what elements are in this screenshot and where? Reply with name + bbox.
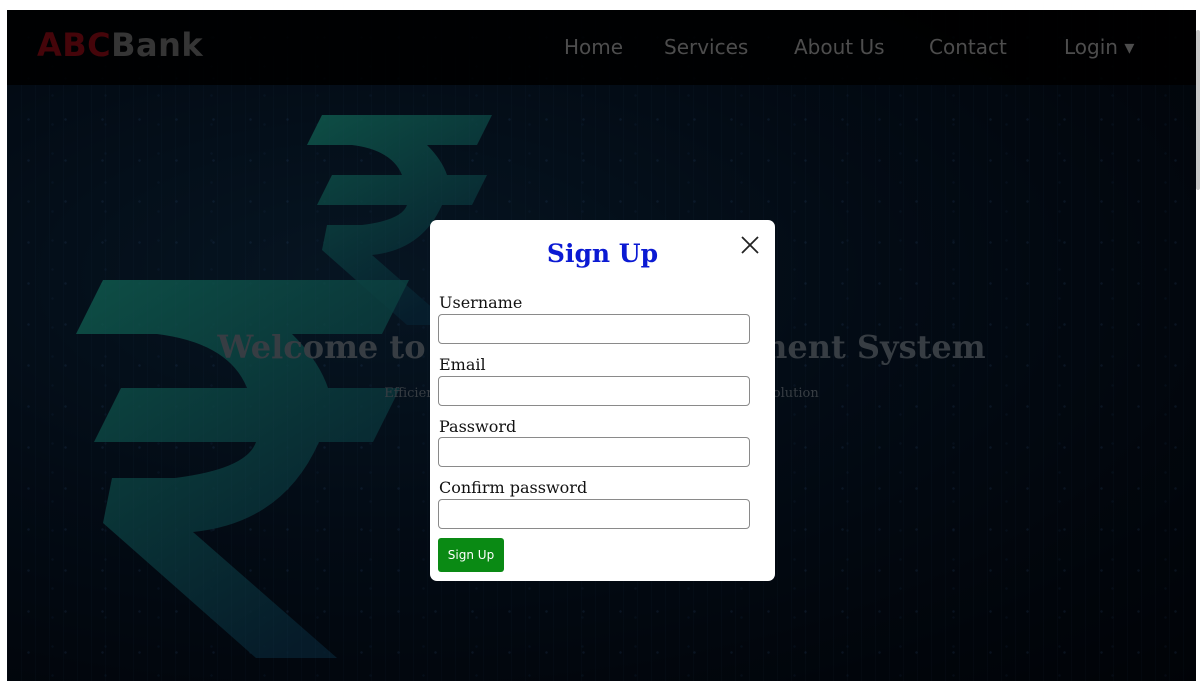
email-input[interactable] xyxy=(438,376,750,406)
email-label: Email xyxy=(439,355,486,374)
signup-modal: Sign Up Username Email Password Confirm … xyxy=(430,220,775,581)
close-icon[interactable] xyxy=(739,234,761,256)
password-input[interactable] xyxy=(438,437,750,467)
modal-title: Sign Up xyxy=(546,239,659,268)
confirm-password-input[interactable] xyxy=(438,499,750,529)
username-input[interactable] xyxy=(438,314,750,344)
page-scrollbar[interactable] xyxy=(1196,30,1200,190)
signup-submit-button[interactable]: Sign Up xyxy=(438,538,504,572)
username-label: Username xyxy=(439,293,523,312)
password-label: Password xyxy=(439,417,517,436)
confirm-password-label: Confirm password xyxy=(439,478,588,497)
